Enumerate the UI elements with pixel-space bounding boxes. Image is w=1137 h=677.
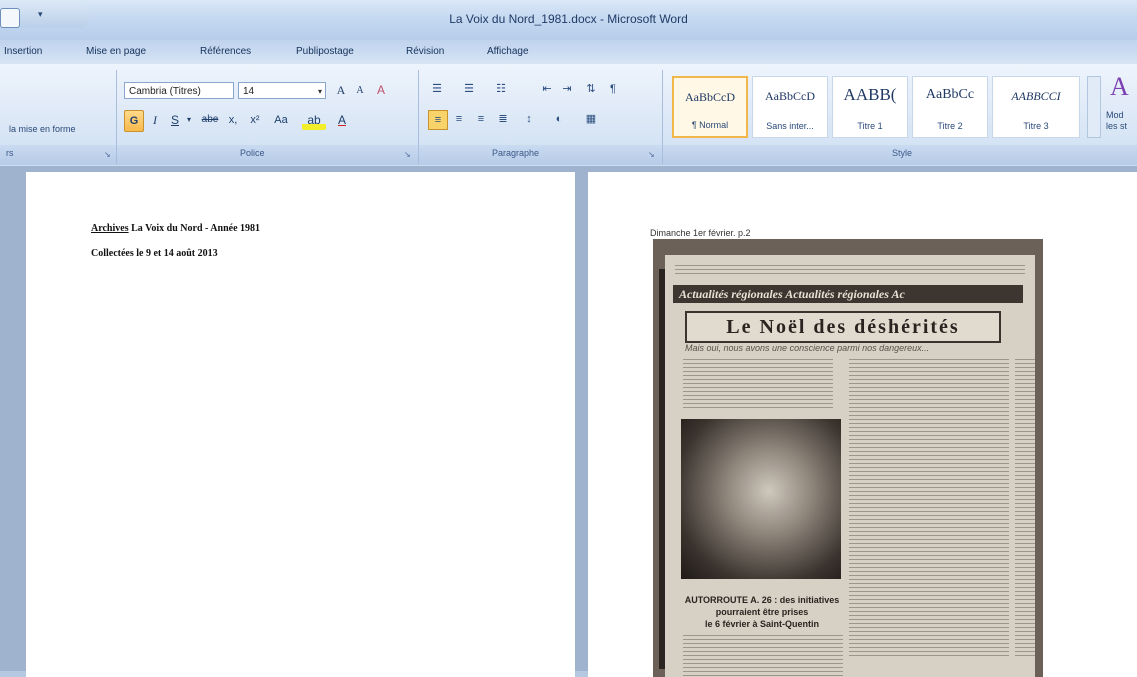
tab-revision[interactable]: Révision xyxy=(406,46,444,57)
archive-title-rest: La Voix du Nord - Année 1981 xyxy=(128,223,261,234)
font-color-button[interactable]: A xyxy=(332,110,352,130)
borders-icon[interactable]: ▦ xyxy=(582,110,600,128)
style-titre-1[interactable]: AABB( Titre 1 xyxy=(832,76,908,138)
font-name-field[interactable]: Cambria (Titres) xyxy=(124,82,234,99)
superscript-button[interactable]: x² xyxy=(246,110,264,130)
bullets-icon[interactable]: ☰ xyxy=(428,80,446,98)
sort-icon[interactable]: ⇅ xyxy=(582,80,600,98)
paragraph-launcher-icon[interactable]: ↘ xyxy=(648,150,655,159)
change-case-button[interactable]: Aa xyxy=(270,110,292,130)
tab-references[interactable]: Références xyxy=(200,46,251,57)
window-title: La Voix du Nord_1981.docx - Microsoft Wo… xyxy=(449,12,688,26)
subscript-button[interactable]: x, xyxy=(224,110,242,130)
font-name-value: Cambria (Titres) xyxy=(129,86,201,97)
format-painter-button[interactable]: la mise en forme xyxy=(9,124,76,134)
font-size-value: 14 xyxy=(243,86,255,97)
line-spacing-icon[interactable]: ↕ xyxy=(520,110,538,128)
document-area: Archives La Voix du Nord - Année 1981 Co… xyxy=(0,166,1137,677)
tab-insertion[interactable]: Insertion xyxy=(4,46,42,57)
style-sans-interligne[interactable]: AaBbCcD Sans inter... xyxy=(752,76,828,138)
newspaper-subhead: Mais oui, nous avons une conscience parm… xyxy=(685,343,930,353)
style-name: Titre 3 xyxy=(1023,121,1049,131)
style-name: Titre 2 xyxy=(937,121,963,131)
style-sample: AABB( xyxy=(843,85,897,104)
change-styles-icon[interactable]: A xyxy=(1110,72,1129,102)
style-normal[interactable]: AaBbCcD ¶ Normal xyxy=(672,76,748,138)
numbering-icon[interactable]: ☰ xyxy=(460,80,478,98)
strikethrough-button[interactable]: abe xyxy=(198,110,222,130)
clipboard-launcher-icon[interactable]: ↘ xyxy=(104,150,111,159)
multilevel-list-icon[interactable]: ☷ xyxy=(492,80,510,98)
date-caption: Dimanche 1er février. p.2 xyxy=(650,228,751,238)
portrait-photo xyxy=(681,419,841,579)
font-size-field[interactable]: 14 ▾ xyxy=(238,82,326,99)
show-marks-icon[interactable]: ¶ xyxy=(604,80,622,98)
document-page-2[interactable]: Dimanche 1er février. p.2 Actualités rég… xyxy=(588,172,1137,677)
style-titre-3[interactable]: AABBCCI Titre 3 xyxy=(992,76,1080,138)
change-styles-button[interactable]: Mod les st xyxy=(1106,110,1136,132)
newspaper-headline: Le Noël des déshérités xyxy=(685,311,1001,343)
underline-button[interactable]: S xyxy=(168,110,182,130)
newspaper-banner: Actualités régionales Actualités régiona… xyxy=(673,285,1023,303)
align-left-icon[interactable]: ≡ xyxy=(428,110,448,130)
underline-dropdown-icon[interactable]: ▾ xyxy=(184,110,194,130)
justify-icon[interactable]: ≣ xyxy=(494,110,512,128)
style-titre-2[interactable]: AaBbCc Titre 2 xyxy=(912,76,988,138)
tab-affichage[interactable]: Affichage xyxy=(487,46,529,57)
font-launcher-icon[interactable]: ↘ xyxy=(404,150,411,159)
style-sample: AaBbCc xyxy=(925,87,975,102)
clipboard-group-label: rs xyxy=(6,148,14,158)
shading-icon[interactable]: ◐ xyxy=(550,110,568,128)
shrink-font-button[interactable]: A xyxy=(352,81,368,101)
font-size-dropdown-icon[interactable]: ▾ xyxy=(318,83,322,100)
paragraph-group-label: Paragraphe xyxy=(492,148,540,158)
style-sample: AaBbCcD xyxy=(685,90,735,104)
tab-publipostage[interactable]: Publipostage xyxy=(296,46,354,57)
collection-date-line: Collectées le 9 et 14 août 2013 xyxy=(91,248,218,259)
style-name: Titre 1 xyxy=(857,121,883,131)
title-bar: ▾ La Voix du Nord_1981.docx - Microsoft … xyxy=(0,0,1137,40)
styles-gallery-scroll[interactable] xyxy=(1087,76,1101,138)
clear-formatting-button[interactable]: A xyxy=(372,80,390,100)
decrease-indent-icon[interactable]: ⇤ xyxy=(538,80,556,98)
archives-word: Archives xyxy=(91,223,129,234)
font-group-label: Police xyxy=(240,148,265,158)
highlight-button[interactable]: ab xyxy=(302,110,326,130)
grow-font-button[interactable]: A xyxy=(332,80,350,100)
styles-group-label: Style xyxy=(892,148,913,158)
newspaper-photo-caption: AUTORROUTE A. 26 : des initiatives pourr… xyxy=(684,595,840,629)
style-sample: AABBCCI xyxy=(1011,89,1061,103)
style-sample: AaBbCcD xyxy=(765,89,815,103)
style-name: ¶ Normal xyxy=(691,120,729,130)
ribbon-tabs: Insertion Mise en page Références Publip… xyxy=(0,40,1137,64)
archive-title-line: Archives La Voix du Nord - Année 1981 xyxy=(91,223,260,234)
increase-indent-icon[interactable]: ⇥ xyxy=(558,80,576,98)
align-center-icon[interactable]: ≡ xyxy=(450,110,468,128)
style-name: Sans inter... xyxy=(766,121,814,131)
italic-button[interactable]: I xyxy=(148,110,162,130)
newspaper-photo[interactable]: Actualités régionales Actualités régiona… xyxy=(653,239,1043,677)
ribbon: la mise en forme rs ↘ Cambria (Titres) 1… xyxy=(0,64,1137,167)
align-right-icon[interactable]: ≡ xyxy=(472,110,490,128)
document-page-1[interactable]: Archives La Voix du Nord - Année 1981 Co… xyxy=(26,172,575,677)
bold-button[interactable]: G xyxy=(124,110,144,132)
tab-mise-en-page[interactable]: Mise en page xyxy=(86,46,146,57)
